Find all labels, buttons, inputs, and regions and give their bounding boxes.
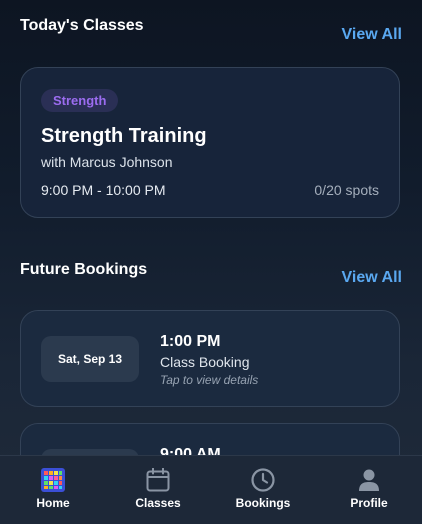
- booking-date: Sat, Sep 13: [41, 336, 139, 382]
- tab-classes[interactable]: Classes: [113, 456, 203, 524]
- booking-time: 1:00 PM: [160, 333, 221, 350]
- class-time: 9:00 PM - 10:00 PM: [41, 182, 166, 198]
- tab-label: Classes: [135, 496, 181, 510]
- class-title: Strength Training: [41, 125, 207, 147]
- tab-label: Bookings: [235, 496, 291, 510]
- class-instructor: with Marcus Johnson: [41, 154, 173, 170]
- tab-home[interactable]: Home: [8, 456, 98, 524]
- tab-label: Profile: [350, 496, 388, 510]
- booking-type: Class Booking: [160, 354, 250, 370]
- section-title: Today's Classes: [20, 17, 144, 34]
- home-grid-icon: [41, 468, 65, 492]
- booking-card[interactable]: Sat, Sep 13 1:00 PM Class Booking Tap to…: [20, 310, 400, 407]
- class-spots: 0/20 spots: [314, 182, 379, 198]
- view-all-classes-link[interactable]: View All: [342, 26, 402, 44]
- bottom-tab-bar: Home Classes Bookings Profile: [0, 455, 422, 524]
- section-title: Future Bookings: [20, 261, 148, 278]
- booking-hint: Tap to view details: [160, 373, 259, 387]
- view-all-bookings-link[interactable]: View All: [342, 269, 402, 287]
- tab-profile[interactable]: Profile: [324, 456, 414, 524]
- class-card[interactable]: Strength Strength Training with Marcus J…: [20, 67, 400, 218]
- calendar-icon: [146, 468, 170, 492]
- tab-bookings[interactable]: Bookings: [218, 456, 308, 524]
- category-badge: Strength: [41, 89, 119, 112]
- person-icon: [359, 469, 379, 491]
- tab-label: Home: [36, 496, 70, 510]
- clock-icon: [251, 468, 275, 492]
